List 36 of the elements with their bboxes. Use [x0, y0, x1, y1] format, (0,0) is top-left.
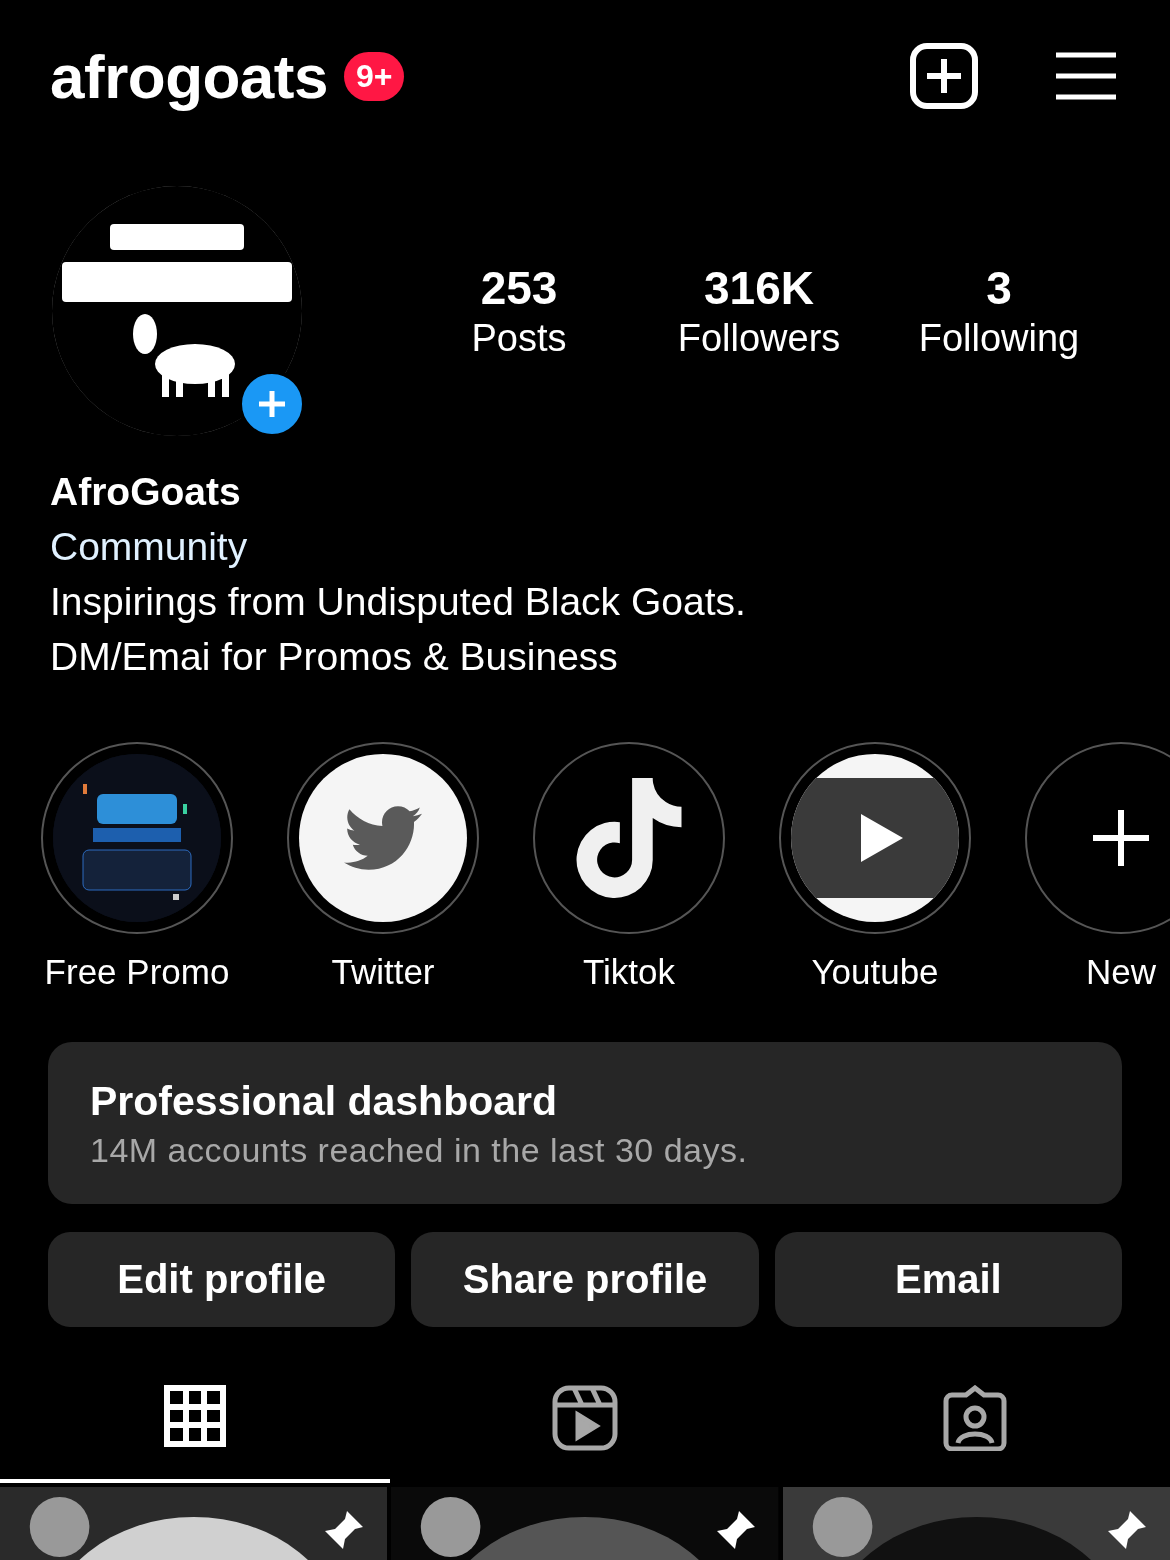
stat-label[interactable]: Following: [918, 315, 1080, 362]
highlight-circle[interactable]: [1025, 742, 1170, 934]
highlight-label: Youtube: [811, 952, 939, 992]
highlight-circle[interactable]: [779, 742, 971, 934]
bio-text: Inspirings from Undisputed Black Goats.: [50, 579, 747, 625]
bio-text: DM/Emai for Promos & Business: [50, 634, 619, 680]
notification-badge: 9+: [344, 51, 405, 101]
highlight-label: Tiktok: [582, 952, 675, 992]
highlight-circle[interactable]: [41, 742, 233, 934]
highlight-label: Twitter: [331, 952, 435, 992]
play-icon: [791, 778, 959, 898]
profile-tab[interactable]: [0, 1385, 390, 1483]
highlight-circle[interactable]: [287, 742, 479, 934]
dashboard-subtitle: 14M accounts reached in the last 30 days.: [90, 1131, 749, 1170]
profile-button[interactable]: Share profile: [411, 1232, 759, 1327]
profile-button[interactable]: Edit profile: [48, 1232, 396, 1327]
menu-icon[interactable]: [1056, 52, 1116, 100]
username: afrogoats: [50, 40, 328, 112]
highlight-label: Free Promo: [44, 952, 230, 992]
add-icon[interactable]: [910, 43, 978, 109]
dashboard-card[interactable]: Professional dashboard 14M accounts reached in the last 30 days.: [48, 1042, 1122, 1204]
plus-icon: [257, 389, 287, 419]
highlight-circle[interactable]: [533, 742, 725, 934]
highlight-label: New: [1086, 952, 1156, 992]
stat-label[interactable]: Posts: [471, 315, 567, 362]
stat-count: 3: [986, 260, 1012, 316]
dashboard-title: Professional dashboard: [90, 1078, 559, 1125]
stat-count: 316K: [704, 260, 814, 316]
reels-icon: [552, 1385, 618, 1451]
grid-icon: [164, 1385, 226, 1447]
stat-label[interactable]: Followers: [677, 315, 841, 362]
person-tag-icon: [942, 1385, 1008, 1451]
stat-count: 253: [480, 260, 558, 316]
profile-button[interactable]: Email: [774, 1232, 1122, 1327]
profile-name: AfroGoats: [50, 469, 242, 515]
category-label: Community: [50, 524, 249, 570]
